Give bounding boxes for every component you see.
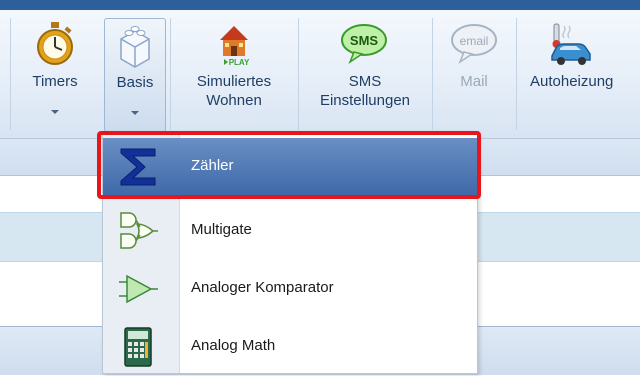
autoheizung-button[interactable]: Autoheizung	[522, 18, 640, 132]
house-play-icon: PLAY	[220, 26, 250, 67]
menu-item-label: Analog Math	[191, 337, 276, 354]
timers-label: Timers	[32, 73, 78, 90]
sms-einstellungen-label: SMS Einstellungen	[319, 73, 411, 109]
autoheizung-label: Autoheizung	[530, 73, 614, 90]
sms-badge-text: SMS	[350, 33, 379, 48]
menu-item-label: Analoger Komparator	[191, 279, 334, 296]
simuliertes-wohnen-label: Simuliertes Wohnen	[196, 73, 272, 109]
menu-item-label: Multigate	[191, 221, 252, 238]
ribbon-separator	[10, 18, 11, 130]
menu-item-analog-math[interactable]: Analog Math	[103, 318, 477, 376]
highlight-box	[97, 131, 481, 199]
chevron-down-icon	[131, 111, 139, 115]
building-block-icon	[120, 26, 150, 68]
menu-item-analoger-komparator[interactable]: Analoger Komparator	[103, 260, 477, 318]
stopwatch-icon	[37, 22, 73, 65]
sms-bubble-icon: SMS	[341, 24, 387, 64]
ribbon-separator	[432, 18, 433, 130]
email-bubble-icon: email	[451, 24, 497, 64]
mail-label: Mail	[460, 73, 488, 90]
menu-item-multigate[interactable]: Multigate	[103, 202, 477, 260]
ribbon-separator	[298, 18, 299, 130]
logic-gates-icon	[120, 212, 158, 249]
timers-button[interactable]: Timers	[14, 18, 96, 132]
car-heating-icon	[551, 23, 591, 65]
ribbon-toolbar: Timers Basis PLAY Simuliertes Wohnen SMS…	[0, 10, 640, 139]
ribbon-separator	[516, 18, 517, 130]
chevron-down-icon	[51, 110, 59, 114]
play-badge-text: PLAY	[229, 58, 250, 67]
mail-button[interactable]: email Mail	[438, 18, 510, 132]
basis-button[interactable]: Basis	[104, 18, 166, 132]
window-top-strip	[0, 0, 640, 10]
calculator-icon	[124, 327, 152, 367]
email-badge-text: email	[460, 34, 489, 48]
sms-einstellungen-button[interactable]: SMS SMS Einstellungen	[304, 18, 426, 132]
comparator-icon	[119, 274, 158, 304]
simuliertes-wohnen-button[interactable]: PLAY Simuliertes Wohnen	[178, 18, 290, 132]
basis-label: Basis	[116, 74, 154, 91]
ribbon-separator	[170, 18, 171, 130]
